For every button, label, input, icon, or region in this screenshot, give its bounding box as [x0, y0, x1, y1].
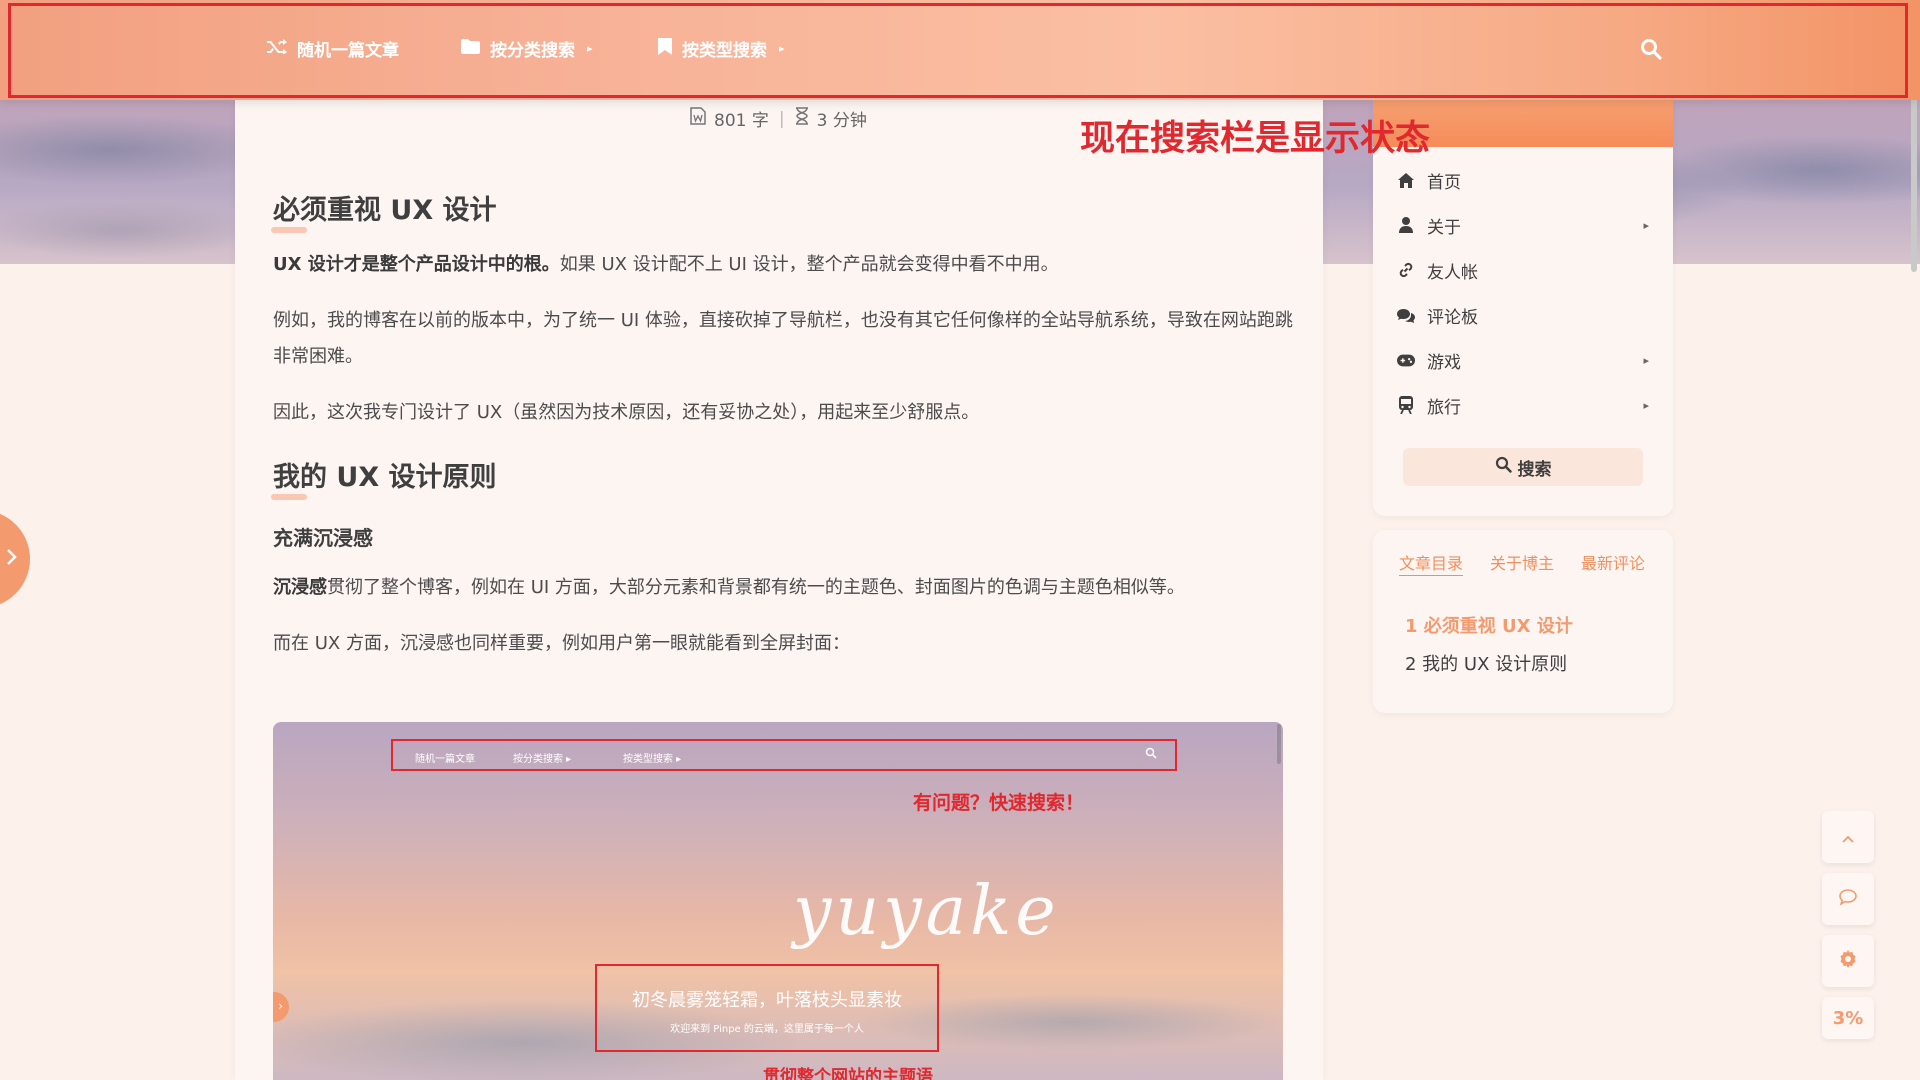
reading-progress[interactable]: 3%	[1822, 997, 1874, 1039]
caret-right-icon: ▸	[1643, 218, 1649, 232]
sidebar-item-label: 关于	[1427, 217, 1461, 238]
paragraph-4: 沉浸感贯彻了整个博客，例如在 UI 方面，大部分元素和背景都有统一的主题色、封面…	[273, 570, 1293, 606]
nav-type-search[interactable]: 按类型搜索 ▸	[658, 36, 785, 61]
page-scrollbar-thumb[interactable]	[1911, 92, 1917, 272]
search-icon[interactable]	[1640, 38, 1662, 64]
annotation-searchbar-visible: 现在搜索栏是显示状态	[1080, 119, 1431, 159]
paragraph-4-bold: 沉浸感	[273, 577, 327, 598]
heading-ux-principles: 我的 UX 设计原则	[271, 455, 497, 500]
screenshot-side-tab: ›	[273, 992, 289, 1022]
train-icon	[1397, 396, 1415, 414]
top-navbar: 随机一篇文章 按分类搜索 ▸ 按类型搜索 ▸	[0, 0, 1920, 100]
caret-right-icon: ▸	[587, 42, 593, 55]
reading-time: 3 分钟	[816, 111, 867, 131]
toc-card: 文章目录 关于博主 最新评论 1 必须重视 UX 设计 2 我的 UX 设计原则	[1373, 530, 1673, 713]
chevron-up-icon	[1842, 827, 1854, 848]
nav-category-search[interactable]: 按分类搜索 ▸	[461, 36, 593, 61]
settings-button[interactable]	[1822, 935, 1874, 987]
screenshot-search-icon	[1145, 747, 1157, 762]
screenshot-nav-category: 按分类搜索 ▸	[513, 754, 572, 765]
paragraph-4-text: 贯彻了整个博客，例如在 UI 方面，大部分元素和背景都有统一的主题色、封面图片的…	[327, 577, 1185, 598]
word-count-icon	[690, 107, 706, 130]
hourglass-icon	[795, 107, 809, 130]
word-count: 801 字	[714, 111, 769, 131]
article-card: 801 字 | 3 分钟 必须重视 UX 设计 UX 设计才是整个产品设计中的根…	[235, 100, 1323, 1080]
toc-link-2[interactable]: 2 我的 UX 设计原则	[1405, 650, 1567, 676]
sidebar-item-label: 旅行	[1427, 397, 1461, 418]
paragraph-1-bold: UX 设计才是整个产品设计中的根。	[273, 254, 560, 275]
screenshot-nav-random: 随机一篇文章	[415, 754, 475, 765]
nav-random-article[interactable]: 随机一篇文章	[267, 36, 399, 61]
comments-icon	[1397, 306, 1415, 324]
tab-about-author[interactable]: 关于博主	[1490, 550, 1554, 574]
sidebar-item-about[interactable]: 关于 ▸	[1397, 207, 1649, 243]
sidebar-item-label: 友人帐	[1427, 262, 1478, 283]
gamepad-icon	[1397, 351, 1415, 369]
caret-right-icon: ▸	[779, 42, 785, 55]
sidebar-search-button[interactable]: 搜索	[1403, 448, 1643, 486]
back-to-top-button[interactable]	[1822, 811, 1874, 863]
screenshot-nav-type: 按类型搜索 ▸	[623, 754, 682, 765]
sidebar-item-travel[interactable]: 旅行 ▸	[1397, 387, 1649, 423]
comment-icon	[1839, 888, 1857, 910]
screenshot-annotation-search: 有问题？快速搜索！	[913, 792, 1085, 814]
nav-random-article-label: 随机一篇文章	[297, 41, 399, 61]
sidebar-menu-card: 首页 关于 ▸ 友人帐 评论板 游戏 ▸ 旅行 ▸ 搜索	[1373, 100, 1673, 516]
signature-handwriting: yuyake	[793, 872, 1060, 951]
article-screenshot-image: 随机一篇文章 按分类搜索 ▸ 按类型搜索 ▸ 有问题？快速搜索！ yuyake …	[273, 722, 1283, 1080]
nav-category-search-label: 按分类搜索	[490, 41, 575, 61]
bookmark-icon	[658, 37, 672, 60]
screenshot-hero-title: 初冬晨雾笼轻霜，叶落枝头显素妆	[632, 990, 902, 1011]
caret-right-icon: ▸	[1643, 398, 1649, 412]
screenshot-annotation-theme: 贯彻整个网站的主题语	[763, 1067, 933, 1080]
comment-button[interactable]	[1822, 873, 1874, 925]
shuffle-icon	[267, 38, 287, 59]
sidebar-item-comments[interactable]: 评论板	[1397, 297, 1649, 333]
image-scrollbar	[1277, 724, 1281, 764]
sidebar-search-label: 搜索	[1517, 459, 1552, 480]
paragraph-1: UX 设计才是整个产品设计中的根。如果 UX 设计配不上 UI 设计，整个产品就…	[273, 247, 1293, 283]
search-icon	[1495, 456, 1512, 478]
user-icon	[1397, 216, 1415, 234]
caret-right-icon: ▸	[1643, 353, 1649, 367]
paragraph-3: 因此，这次我专门设计了 UX（虽然因为技术原因，还有妥协之处），用起来至少舒服点…	[273, 402, 980, 423]
sidebar-item-label: 游戏	[1427, 352, 1461, 373]
chevron-right-icon	[6, 548, 18, 570]
link-icon	[1397, 261, 1415, 279]
gear-icon	[1839, 949, 1857, 973]
paragraph-1-text: 如果 UX 设计配不上 UI 设计，整个产品就会变得中看不中用。	[559, 254, 1059, 275]
paragraph-5: 而在 UX 方面，沉浸感也同样重要，例如用户第一眼就能看到全屏封面：	[273, 633, 850, 654]
heading-ux-important: 必须重视 UX 设计	[271, 188, 497, 233]
screenshot-hero-subtitle: 欢迎来到 Pinpe 的云端，这里属于每一个人	[670, 1024, 864, 1035]
nav-type-search-label: 按类型搜索	[682, 41, 767, 61]
meta-separator: |	[778, 108, 785, 129]
sidebar-item-games[interactable]: 游戏 ▸	[1397, 342, 1649, 378]
screenshot-hero-highlight: 初冬晨雾笼轻霜，叶落枝头显素妆 欢迎来到 Pinpe 的云端，这里属于每一个人	[595, 964, 939, 1052]
article-meta: 801 字 | 3 分钟	[690, 106, 867, 131]
sidebar-item-label: 评论板	[1427, 307, 1478, 328]
left-drawer-toggle[interactable]	[0, 510, 30, 608]
sidebar-item-home[interactable]: 首页	[1397, 162, 1649, 198]
sidebar-item-friends[interactable]: 友人帐	[1397, 252, 1649, 288]
tab-article-toc[interactable]: 文章目录	[1399, 550, 1463, 574]
folder-icon	[461, 38, 480, 59]
screenshot-navbar-highlight: 随机一篇文章 按分类搜索 ▸ 按类型搜索 ▸	[391, 739, 1177, 771]
heading-immersion: 充满沉浸感	[273, 526, 373, 550]
tab-latest-comments[interactable]: 最新评论	[1581, 550, 1645, 574]
paragraph-2: 例如，我的博客在以前的版本中，为了统一 UI 体验，直接砍掉了导航栏，也没有其它…	[273, 310, 1293, 367]
home-icon	[1397, 171, 1415, 189]
toc-link-1[interactable]: 1 必须重视 UX 设计	[1405, 612, 1573, 638]
sidebar-item-label: 首页	[1427, 172, 1461, 193]
